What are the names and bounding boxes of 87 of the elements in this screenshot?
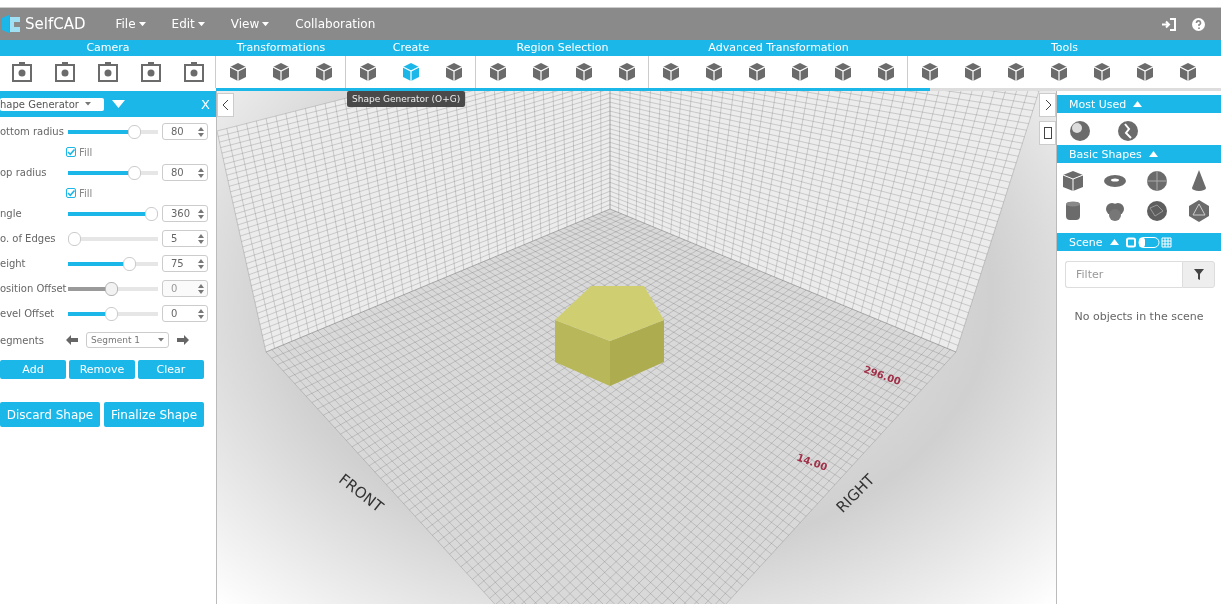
caret-icon [1109,239,1119,245]
zigzag-circle-icon[interactable] [1117,120,1139,142]
number-field[interactable]: 0 [162,305,208,322]
sphere-icon[interactable] [1145,169,1169,193]
logo-icon [0,13,22,35]
segment-select[interactable]: Segment 1 [86,332,169,348]
spinner-arrows-icon [198,258,204,269]
spinner-arrows-icon [198,308,204,319]
menu-item[interactable]: File [115,17,146,31]
segment-button[interactable]: Add [0,360,66,379]
parameter-label: eight [0,258,27,269]
number-field[interactable]: 80 [162,164,208,181]
filter-button[interactable] [1182,261,1215,288]
slider[interactable] [68,306,158,321]
slider[interactable] [68,256,158,271]
category-label: Tools [1049,40,1080,56]
chevron-right-icon [1044,100,1051,110]
spinner-arrows-icon [198,208,204,219]
checkbox-label: Fill [79,187,93,199]
camera-icon [95,60,120,84]
tool-select[interactable]: hape Generator [0,97,104,111]
menu-item[interactable]: View [230,17,270,31]
chevron-left-icon [222,100,229,110]
category-label: Advanced Transformation [707,40,850,56]
category-label: Transformations [235,40,327,56]
camera-icon [9,60,34,84]
section-header[interactable]: Most Used [1057,95,1221,113]
spinner-arrows-icon [198,126,204,137]
empty-scene-text: No objects in the scene [1073,310,1205,323]
close-button[interactable]: X [201,96,210,112]
number-field[interactable]: 75 [162,255,208,272]
camera-icon [181,60,206,84]
segment-button[interactable]: Remove [69,360,135,379]
caret-icon [1148,151,1158,157]
category-label: Camera [85,40,131,56]
shape-button[interactable]: Discard Shape [0,402,100,427]
segment-button[interactable]: Clear [138,360,204,379]
panel-icon [1043,127,1052,139]
camera-icon [138,60,163,84]
tooltip: Shape Generator (O+G) [347,91,466,107]
collapse-right-button[interactable] [1039,93,1056,117]
shape-button[interactable]: Finalize Shape [104,402,204,427]
parameter-label: evel Offset [0,308,56,319]
parameter-label: op radius [0,167,48,178]
cube-icon[interactable] [1061,169,1085,193]
login-icon[interactable] [1162,17,1176,31]
number-field[interactable]: 5 [162,230,208,247]
collapse-left-button[interactable] [217,93,234,117]
spinner-arrows-icon [198,167,204,178]
slider[interactable] [68,124,158,139]
caret-icon [197,21,205,27]
icosahedron-icon[interactable] [1187,199,1211,223]
spinner-arrows-icon [198,283,204,294]
panel-toggle-button[interactable] [1039,121,1056,145]
parameter-label: ottom radius [0,126,62,137]
section-header[interactable]: Basic Shapes [1057,145,1221,163]
caret-icon [84,102,91,106]
filter-field[interactable]: Filter [1065,261,1182,288]
caret-icon [1133,101,1143,107]
checkbox[interactable] [66,188,76,198]
slider[interactable] [68,165,158,180]
parameter-label: egments [0,334,45,346]
slider[interactable] [68,206,158,221]
sphere-icon[interactable] [1069,120,1091,142]
arrow-right-icon[interactable] [177,335,189,345]
checkbox[interactable] [66,147,76,157]
spinner-arrows-icon [198,233,204,244]
logo[interactable]: SelfCAD [0,13,86,35]
category-label: Create [391,40,431,56]
help-icon[interactable] [1192,17,1205,31]
parameter-label: o. of Edges [0,233,57,244]
arrow-left-icon[interactable] [66,335,78,345]
category-label: Region Selection [515,40,610,56]
filter-icon [1193,269,1204,280]
dimension-label: 14.00 [795,451,829,473]
menu-item[interactable]: Edit [171,17,205,31]
parameter-label: ngle [0,208,23,219]
menu-item[interactable]: Collaboration [295,17,376,31]
number-field[interactable]: 80 [162,123,208,140]
number-field[interactable]: 360 [162,205,208,222]
section-header[interactable]: Scene [1057,233,1221,251]
camera-icon [52,60,77,84]
checkbox-label: Fill [79,146,93,158]
caret-icon [138,21,146,27]
caret-icon [158,338,164,342]
slider[interactable] [68,231,158,246]
caret-icon [262,21,270,27]
